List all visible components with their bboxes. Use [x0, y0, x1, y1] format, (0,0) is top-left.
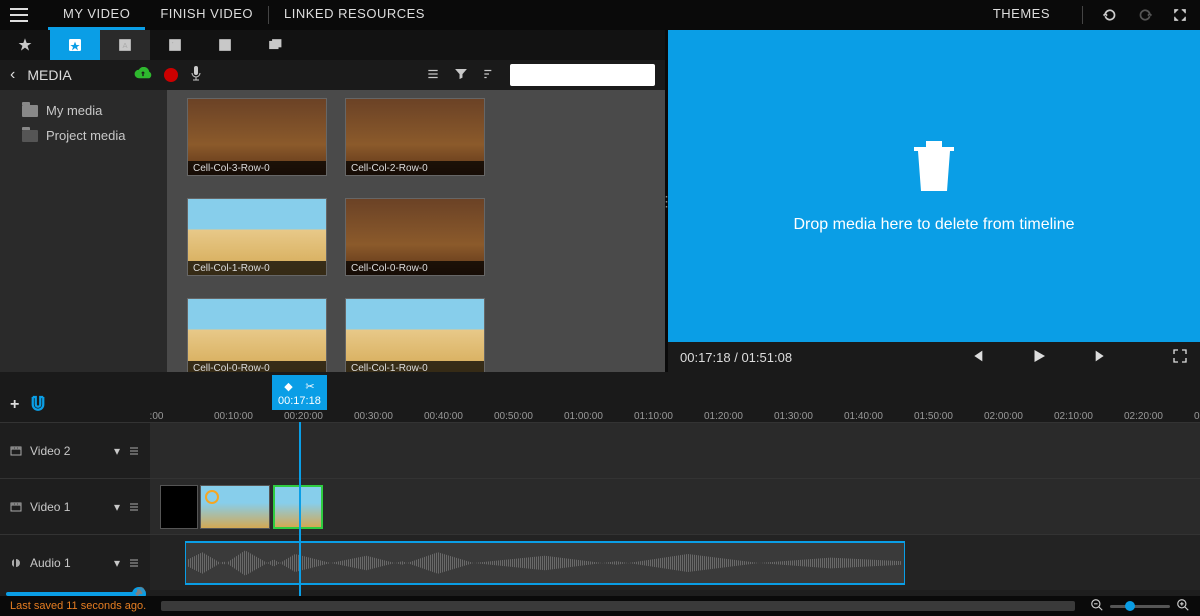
back-icon[interactable]: ‹ — [10, 66, 15, 84]
drop-text: Drop media here to delete from timeline — [793, 216, 1074, 234]
sort-icon[interactable] — [482, 67, 496, 84]
fullscreen-icon[interactable] — [1170, 5, 1190, 25]
track-row-audio1[interactable] — [150, 534, 1200, 590]
tool-tab-overlays[interactable] — [250, 30, 300, 60]
play-button[interactable] — [1030, 347, 1048, 368]
folder-icon — [22, 105, 38, 117]
track-label: Audio 1 — [30, 556, 71, 570]
track-video2-header[interactable]: Video 2 ▾ — [0, 422, 150, 478]
save-status: Last saved 11 seconds ago. — [10, 600, 146, 612]
chevron-down-icon[interactable]: ▾ — [114, 556, 120, 570]
track-video1-header[interactable]: Video 1 ▾ — [0, 478, 150, 534]
undo-icon[interactable] — [1100, 5, 1120, 25]
tab-finish-video[interactable]: FINISH VIDEO — [145, 0, 268, 30]
playhead[interactable]: ◆✂ 00:17:18 — [272, 375, 327, 410]
horizontal-scrollbar[interactable] — [161, 601, 1075, 611]
track-menu-icon[interactable] — [128, 557, 140, 569]
tool-tab-favorites[interactable] — [0, 30, 50, 60]
sidebar-item-label: My media — [46, 103, 102, 118]
add-track-icon[interactable]: + — [10, 396, 19, 414]
track-audio1-header[interactable]: Audio 1 ▾ — [0, 534, 150, 590]
track-row-video1[interactable] — [150, 478, 1200, 534]
video-icon — [10, 501, 22, 513]
upload-icon[interactable] — [134, 67, 152, 84]
tool-tab-text[interactable]: A — [100, 30, 150, 60]
preview-drop-area[interactable]: Drop media here to delete from timeline — [668, 30, 1200, 342]
search-input[interactable] — [510, 64, 655, 86]
themes-button[interactable]: THEMES — [978, 0, 1065, 30]
chevron-down-icon[interactable]: ▾ — [114, 500, 120, 514]
folder-icon — [22, 130, 38, 142]
zoom-out-icon[interactable] — [1090, 598, 1104, 615]
clip[interactable] — [160, 485, 198, 529]
track-label: Video 2 — [30, 444, 70, 458]
sidebar-item-my-media[interactable]: My media — [0, 98, 167, 123]
list-view-icon[interactable] — [426, 67, 440, 84]
microphone-icon[interactable] — [190, 66, 202, 85]
prev-button[interactable] — [969, 348, 985, 367]
media-grid: Cell-Col-3-Row-0Cell-Col-2-Row-0Cell-Col… — [167, 90, 665, 372]
tab-linked-resources[interactable]: LINKED RESOURCES — [269, 0, 440, 30]
top-nav: MY VIDEO FINISH VIDEO LINKED RESOURCES T… — [0, 0, 1200, 30]
video-icon — [10, 445, 22, 457]
next-button[interactable] — [1093, 348, 1109, 367]
clip-selected[interactable] — [273, 485, 323, 529]
track-menu-icon[interactable] — [128, 501, 140, 513]
time-display: 00:17:18 / 01:51:08 — [680, 350, 792, 365]
menu-icon[interactable] — [10, 8, 28, 22]
filter-icon[interactable] — [454, 67, 468, 84]
media-item[interactable]: Cell-Col-2-Row-0 — [345, 98, 485, 192]
track-row-video2[interactable] — [150, 422, 1200, 478]
media-item[interactable]: Cell-Col-3-Row-0 — [187, 98, 327, 192]
tool-tab-transitions[interactable] — [200, 30, 250, 60]
resize-handle[interactable] — [665, 30, 668, 372]
panel-title: MEDIA — [27, 67, 71, 83]
media-item[interactable]: Cell-Col-1-Row-0 — [187, 198, 327, 292]
media-item[interactable]: Cell-Col-0-Row-0 — [345, 198, 485, 292]
track-label: Video 1 — [30, 500, 70, 514]
zoom-in-icon[interactable] — [1176, 598, 1190, 615]
zoom-slider[interactable] — [1110, 605, 1170, 608]
tab-my-video[interactable]: MY VIDEO — [48, 0, 145, 30]
track-menu-icon[interactable] — [128, 445, 140, 457]
media-item[interactable]: Cell-Col-0-Row-0 — [187, 298, 327, 372]
tool-tab-graphics[interactable] — [150, 30, 200, 60]
record-icon[interactable] — [164, 68, 178, 82]
tool-tab-media[interactable] — [50, 30, 100, 60]
clip[interactable] — [200, 485, 270, 529]
sidebar-item-label: Project media — [46, 128, 125, 143]
media-item[interactable]: Cell-Col-1-Row-0 — [345, 298, 485, 372]
audio-icon — [10, 557, 22, 569]
trash-icon — [910, 139, 958, 198]
audio-clip[interactable] — [185, 541, 905, 585]
sidebar-item-project-media[interactable]: Project media — [0, 123, 167, 148]
chevron-down-icon[interactable]: ▾ — [114, 444, 120, 458]
volume-slider[interactable] — [6, 592, 142, 596]
redo-icon[interactable] — [1135, 5, 1155, 25]
timeline-ruler[interactable]: ◆✂ 00:17:18 0:0000:10:0000:20:0000:30:00… — [150, 372, 1200, 422]
magnet-icon[interactable] — [29, 395, 47, 414]
fullscreen-preview-icon[interactable] — [1172, 348, 1188, 367]
